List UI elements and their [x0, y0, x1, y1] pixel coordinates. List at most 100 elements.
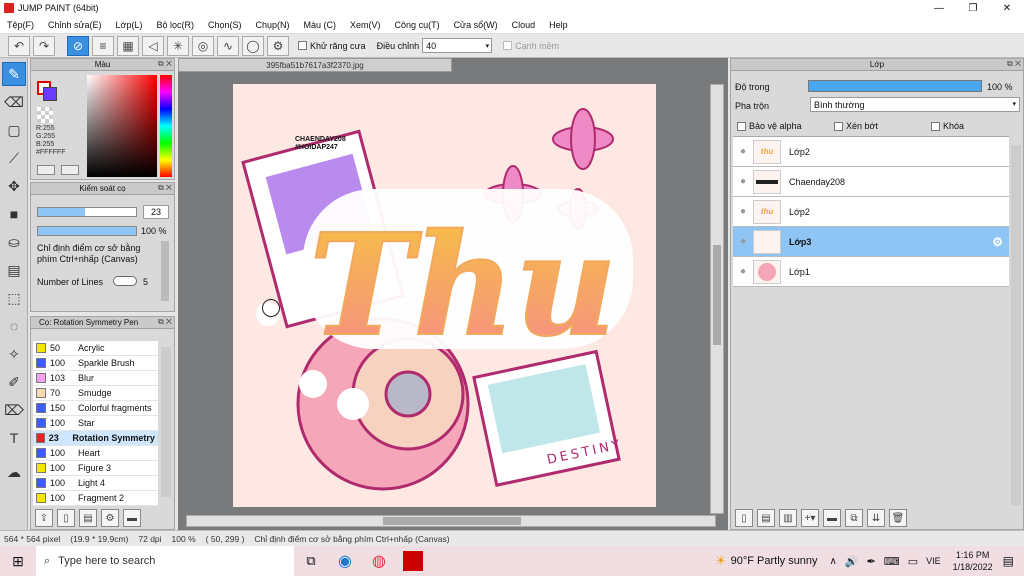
layer-row[interactable]: ● Chaenday208 [733, 167, 1009, 197]
rect-tool-icon[interactable]: ▢ [2, 118, 26, 142]
menu-item-6[interactable]: Màu (C) [297, 20, 344, 30]
select-pen-icon[interactable]: ✐ [2, 370, 26, 394]
tray-chevron-icon[interactable]: ∧ [830, 556, 837, 567]
brush-list-item[interactable]: 100 Star [33, 416, 158, 431]
keyboard-icon[interactable]: ⌨ [884, 555, 900, 568]
undo-button[interactable]: ↶ [8, 35, 30, 56]
eraser-tool-icon[interactable]: ⌫ [2, 90, 26, 114]
color-picker-square[interactable] [87, 75, 157, 177]
brush-list-item[interactable]: 100 Heart [33, 446, 158, 461]
menu-item-3[interactable]: Bộ lọc(R) [149, 20, 201, 30]
select-eraser-icon[interactable]: ⌦ [2, 398, 26, 422]
move-tool-icon[interactable]: ✥ [2, 174, 26, 198]
document-tab[interactable]: 395fba51b7617a3f2370.jpg [178, 58, 452, 72]
edge-browser-icon[interactable]: ◉ [328, 551, 362, 571]
radial-button[interactable]: ✳ [167, 35, 189, 56]
close-button[interactable]: ✕ [990, 0, 1024, 16]
brush-list-item[interactable]: 23 Rotation Symmetry Pen [33, 431, 158, 446]
adjust-input[interactable]: 40 ▾ [422, 38, 493, 53]
clip-checkbox[interactable]: Xén bớt [834, 121, 878, 131]
menu-item-9[interactable]: Cửa sổ(W) [447, 20, 505, 30]
magic-wand-icon[interactable]: ✧ [2, 342, 26, 366]
lines-toggle[interactable] [113, 276, 137, 286]
menu-item-5[interactable]: Chụp(N) [249, 20, 297, 30]
brush-list-item[interactable]: 100 Figure 3 [33, 461, 158, 476]
menu-item-1[interactable]: Chỉnh sửa(E) [41, 20, 109, 30]
panel-close-icon[interactable]: ⧉ ✕ [1007, 59, 1021, 69]
task-view-icon[interactable]: ⧉ [294, 553, 328, 569]
secondary-color-swatch[interactable] [43, 87, 57, 101]
pen-tool-icon[interactable]: ✎ [2, 62, 26, 86]
language-indicator[interactable]: VIE [926, 556, 941, 566]
layer-row[interactable]: ● Lớp3 ⚙ [733, 227, 1009, 257]
antialias-checkbox[interactable]: Khử răng cưa [298, 41, 366, 51]
curve-button[interactable]: ∿ [217, 35, 239, 56]
maximize-button[interactable]: ❐ [956, 0, 990, 16]
menu-item-4[interactable]: Chọn(S) [201, 20, 249, 30]
weather-icon[interactable]: ☀ [715, 553, 727, 569]
taskbar-search-box[interactable]: ⌕ Type here to search [36, 546, 294, 576]
menu-item-10[interactable]: Cloud [505, 20, 543, 30]
brush-list-item[interactable]: 100 Sparkle Brush [33, 356, 158, 371]
brush-size-slider[interactable] [37, 207, 137, 217]
delete-layer-icon[interactable]: 🗑 [889, 509, 907, 527]
doc-vertical-scrollbar[interactable] [710, 84, 724, 514]
weather-text[interactable]: 90°F Partly sunny [731, 555, 818, 567]
brush-copy-icon[interactable]: ▤ [79, 509, 97, 527]
brush-size-input[interactable]: 23 [143, 205, 169, 219]
menu-item-7[interactable]: Xem(V) [343, 20, 388, 30]
opacity-slider[interactable] [37, 226, 137, 236]
grid-button[interactable]: ▦ [117, 35, 139, 56]
layer-settings-icon[interactable]: ⚙ [992, 235, 1003, 249]
brush-list-item[interactable]: 70 Smudge [33, 386, 158, 401]
notification-icon[interactable]: ▤ [1003, 554, 1014, 568]
brush-list-item[interactable]: 150 Colorful fragments [33, 401, 158, 416]
lock-checkbox[interactable]: Khóa [931, 121, 964, 131]
protect-alpha-checkbox[interactable]: Bảo vệ alpha [737, 121, 802, 131]
select-tool-icon[interactable]: ⬚ [2, 286, 26, 310]
circle-button[interactable]: ◯ [242, 35, 264, 56]
fill-rect-tool-icon[interactable]: ■ [2, 202, 26, 226]
menu-item-0[interactable]: Tệp(F) [0, 20, 41, 30]
visibility-icon[interactable]: ● [733, 146, 753, 157]
layer-folder-icon[interactable]: ▬ [823, 509, 841, 527]
palette-button[interactable] [61, 165, 79, 175]
layer-row[interactable]: ● thu Lớp2 [733, 137, 1009, 167]
duplicate-layer-icon[interactable]: ⧉ [845, 509, 863, 527]
volume-icon[interactable]: 🔊 [845, 555, 859, 568]
redo-button[interactable]: ↷ [33, 35, 55, 56]
new-layer-copy-icon[interactable]: ▤ [757, 509, 775, 527]
blend-select[interactable]: Bình thường ▾ [810, 97, 1020, 112]
brush-settings-icon[interactable]: ⚙ [101, 509, 119, 527]
transparent-swatch[interactable] [37, 107, 53, 123]
hue-slider[interactable] [160, 75, 172, 177]
brush-new-icon[interactable]: ▯ [57, 509, 75, 527]
panel-scrollbar[interactable] [161, 241, 169, 301]
minimize-button[interactable]: — [922, 0, 956, 16]
clock[interactable]: 1:16 PM 1/18/2022 [953, 549, 993, 573]
text-tool-icon[interactable]: T [2, 426, 26, 450]
layer-opacity-slider[interactable] [808, 80, 982, 92]
edge-checkbox[interactable]: Cạnh mềm [503, 41, 559, 51]
bucket-tool-icon[interactable]: ⛀ [2, 230, 26, 254]
brush-list-item[interactable]: 100 Fragment 2 [33, 491, 158, 506]
menu-item-8[interactable]: Công cụ(T) [388, 20, 447, 30]
layer-scrollbar[interactable] [1011, 145, 1021, 505]
merge-layer-icon[interactable]: ⇊ [867, 509, 885, 527]
visibility-icon[interactable]: ● [733, 236, 753, 247]
menu-item-11[interactable]: Help [542, 20, 575, 30]
panel-close-icon[interactable]: ⧉ ✕ [158, 183, 172, 193]
brush-list-item[interactable]: 50 Acrylic [33, 341, 158, 356]
concentric-button[interactable]: ◎ [192, 35, 214, 56]
layer-row[interactable]: ● Lớp1 [733, 257, 1009, 287]
visibility-icon[interactable]: ● [733, 176, 753, 187]
panel-close-icon[interactable]: ⧉ ✕ [158, 317, 172, 327]
perspective-button[interactable]: ◁ [142, 35, 164, 56]
eyedropper-button[interactable] [37, 165, 55, 175]
settings-button[interactable]: ⚙ [267, 35, 289, 56]
pen-tray-icon[interactable]: ✒ [867, 555, 876, 568]
display-icon[interactable]: ▭ [908, 555, 918, 568]
brush-list-item[interactable]: 103 Blur [33, 371, 158, 386]
lasso-tool-icon[interactable]: ◌ [2, 314, 26, 338]
panel-close-icon[interactable]: ⧉ ✕ [158, 59, 172, 69]
